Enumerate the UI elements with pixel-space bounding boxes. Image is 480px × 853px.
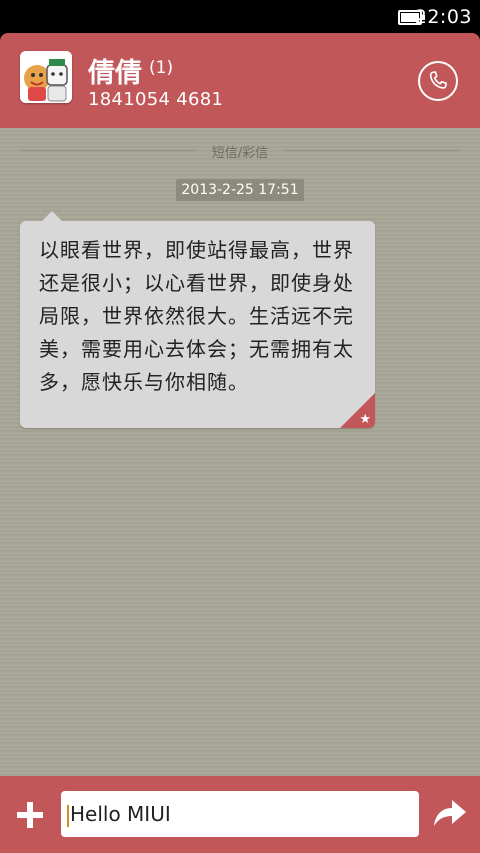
status-clock: 22:03 bbox=[414, 6, 472, 28]
conversation-header: 倩倩 (1) 1841054 4681 bbox=[0, 33, 480, 128]
bubble-tail bbox=[42, 211, 62, 221]
starred-marker[interactable]: ★ bbox=[340, 393, 375, 428]
phone-icon bbox=[429, 71, 447, 89]
contact-avatar-icon[interactable] bbox=[20, 51, 72, 103]
conversation-area[interactable]: 短信/彩信 2013-2-25 17:51 以眼看世界，即使站得最高，世界还是很… bbox=[0, 128, 480, 776]
contact-name[interactable]: 倩倩 bbox=[88, 51, 142, 90]
message-timestamp: 2013-2-25 17:51 bbox=[176, 179, 304, 201]
compose-bar: Hello MIUI bbox=[0, 776, 480, 853]
message-text: 以眼看世界，即使站得最高，世界还是很小；以心看世界，即使身处局限，世界依然很大。… bbox=[39, 238, 354, 394]
call-button[interactable] bbox=[418, 61, 458, 101]
message-input[interactable]: Hello MIUI bbox=[61, 791, 419, 837]
message-type-label: 短信/彩信 bbox=[211, 146, 269, 161]
text-cursor bbox=[67, 804, 69, 827]
star-icon: ★ bbox=[359, 412, 371, 427]
send-arrow-icon[interactable] bbox=[432, 798, 468, 830]
contact-phone-number: 1841054 4681 bbox=[88, 89, 224, 110]
message-bubble[interactable]: 以眼看世界，即使站得最高，世界还是很小；以心看世界，即使身处局限，世界依然很大。… bbox=[20, 211, 375, 428]
plus-icon[interactable] bbox=[15, 800, 45, 830]
status-bar: 22:03 bbox=[0, 0, 480, 34]
unread-count-badge: (1) bbox=[149, 58, 174, 78]
